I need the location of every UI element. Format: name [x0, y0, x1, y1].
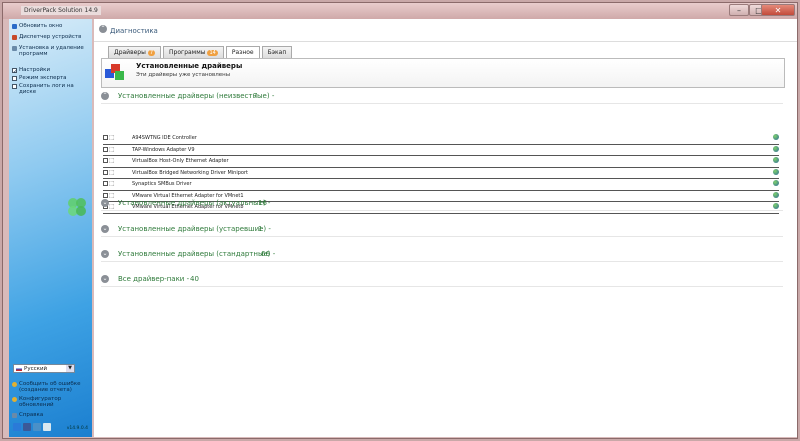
update-configurator-link[interactable]: Конфигуратор обновлений: [12, 396, 88, 408]
version-label: v14.9.0.4: [66, 426, 88, 431]
programs-link[interactable]: Установка и удаление программ: [12, 45, 86, 57]
chevron-down-icon[interactable]: ▼: [66, 365, 74, 372]
device-manager-icon: [12, 35, 17, 40]
language-select[interactable]: Русский ▼: [13, 364, 75, 373]
help-link[interactable]: Справка: [12, 412, 43, 418]
section-count: 66: [261, 250, 270, 258]
refresh-icon: [12, 24, 17, 29]
expand-icon[interactable]: ⌄: [101, 250, 109, 258]
expand-icon[interactable]: ⌄: [101, 199, 109, 207]
expand-icon[interactable]: ⌄: [101, 225, 109, 233]
social-links: [13, 423, 51, 431]
globe-icon[interactable]: [773, 134, 779, 140]
window-title: DriverPack Solution 14.9: [21, 6, 101, 15]
configurator-icon: [12, 397, 17, 402]
section-count: 16: [258, 199, 267, 207]
driver-checkbox[interactable]: [103, 146, 108, 152]
device-manager-link[interactable]: Диспетчер устройств: [12, 34, 81, 40]
driver-checkbox[interactable]: [103, 169, 108, 175]
refresh-window-link[interactable]: Обновить окно: [12, 23, 62, 29]
section-outdated-drivers[interactable]: ⌄ Установленные драйверы (устаревшие) - …: [101, 222, 783, 237]
diagnostics-header[interactable]: ⌃ Диагностика: [94, 19, 797, 42]
driver-icon: ⬚: [109, 180, 115, 187]
tab-drivers[interactable]: Драйверы 7: [108, 46, 162, 58]
section-count: 7: [253, 92, 258, 100]
installed-drivers-panel: Установленные драйверы Эти драйверы уже …: [101, 58, 785, 88]
driver-checkbox[interactable]: [103, 158, 108, 163]
section-standard-drivers[interactable]: ⌄ Установленные драйверы (стандартные) -…: [101, 247, 783, 262]
drivers-count-badge: 7: [147, 50, 156, 56]
programs-icon: [12, 46, 17, 51]
save-logs-option[interactable]: Сохранить логи на диске: [12, 83, 92, 95]
programs-count-badge: 14: [207, 50, 218, 56]
minimize-button[interactable]: –: [729, 4, 749, 16]
russian-flag-icon: [16, 366, 22, 371]
mail-icon[interactable]: [43, 423, 51, 431]
facebook-icon[interactable]: [23, 423, 31, 431]
main-panel: ⌃ Диагностика Драйверы 7 Программы 14 Разн…: [94, 19, 797, 437]
tab-backup[interactable]: Бэкап: [261, 46, 293, 58]
driver-icon: ⬚: [109, 145, 115, 153]
close-button[interactable]: ✕: [761, 4, 795, 16]
section-count: 40: [190, 275, 199, 283]
collapse-icon[interactable]: ⌃: [99, 25, 107, 33]
driver-row[interactable]: ⬚ TAP-Windows Adapter V9: [103, 145, 779, 156]
expand-icon[interactable]: ⌄: [101, 275, 109, 283]
panel-title: Установленные драйверы: [136, 62, 243, 70]
app-window: DriverPack Solution 14.9 – □ ✕ Обновить …: [2, 2, 798, 439]
help-icon: [12, 413, 17, 418]
driver-icon: ⬚: [109, 157, 115, 164]
report-icon: [12, 382, 17, 387]
globe-icon[interactable]: [773, 168, 779, 175]
section-current-drivers[interactable]: ⌄ Установленные драйверы (актуальные) - …: [101, 196, 783, 211]
driver-checkbox[interactable]: [103, 135, 108, 140]
expert-mode-checkbox[interactable]: [12, 76, 17, 81]
globe-icon[interactable]: [773, 180, 779, 186]
driver-row[interactable]: ⬚ VirtualBox Bridged Networking Driver Mi…: [103, 168, 779, 179]
section-count: 1: [258, 225, 263, 233]
report-error-link[interactable]: Сообщить об ошибке (создание отчета): [12, 381, 88, 393]
panel-subtitle: Эти драйверы уже установлены: [136, 72, 231, 78]
section-all-driverpacks[interactable]: ⌄ Все драйвер-паки - 40: [101, 272, 783, 287]
tab-programs[interactable]: Программы 14: [163, 46, 224, 58]
collapse-icon[interactable]: ⌃: [101, 92, 109, 100]
settings-option[interactable]: ✓ Настройки: [12, 67, 50, 75]
driver-row[interactable]: ⬚ A94SWTNG IDE Controller: [103, 133, 779, 145]
globe-icon[interactable]: [773, 157, 779, 163]
sidebar: Обновить окно Диспетчер устройств Устано…: [9, 19, 92, 437]
driver-checkbox[interactable]: [103, 181, 108, 186]
driver-row[interactable]: ⬚ Synaptics SMBus Driver: [103, 179, 779, 191]
globe-icon[interactable]: [773, 145, 779, 152]
title-bar: DriverPack Solution 14.9 – □ ✕: [3, 3, 797, 19]
twitter-icon[interactable]: [13, 423, 21, 431]
driver-row[interactable]: ⬚ VirtualBox Host-Only Ethernet Adapter: [103, 156, 779, 168]
driver-icon: ⬚: [109, 134, 115, 141]
clover-logo-icon: [68, 198, 86, 216]
header-title: Диагностика: [110, 27, 158, 35]
expert-mode-option[interactable]: Режим эксперта: [12, 75, 67, 81]
drivers-cube-icon: [105, 64, 124, 80]
driver-icon: ⬚: [109, 168, 115, 176]
save-logs-checkbox[interactable]: [12, 84, 17, 89]
vk-icon[interactable]: [33, 423, 41, 431]
section-unknown-drivers[interactable]: ⌃ Установленные драйверы (неизвестные) -…: [101, 89, 783, 104]
settings-checkbox[interactable]: ✓: [12, 68, 18, 75]
